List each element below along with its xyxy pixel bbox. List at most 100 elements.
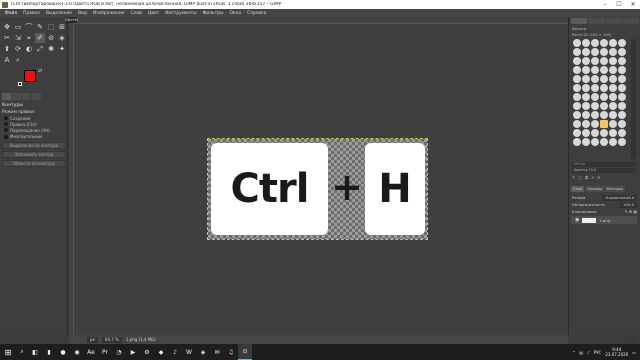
rect-select-tool-icon[interactable]: ▭ (13, 22, 23, 32)
image-canvas-area[interactable]: Ctrl + H (69, 17, 636, 348)
tray-chevron-icon[interactable]: ⌃ (572, 350, 575, 355)
brush-spacing-slider[interactable]: Spacing 10,0 (572, 168, 636, 173)
opacity-value[interactable]: 100,0 (620, 201, 637, 208)
mail-icon[interactable]: ✉ (210, 344, 224, 360)
duplicate-brush-icon[interactable]: ⧉ (585, 175, 588, 180)
mode-move-label: Перемещение (Alt) (10, 127, 50, 133)
lock-icon[interactable]: ✎ ✥ ▦ (625, 209, 637, 214)
fuzzy-select-tool-icon[interactable]: ✎ (35, 22, 45, 32)
heal-tool-icon[interactable]: ✺ (46, 44, 56, 54)
menu-windows[interactable]: Окна (226, 11, 244, 16)
maximize-button[interactable]: ☐ (612, 0, 626, 9)
volume-icon[interactable]: ♪ (587, 350, 590, 355)
tab-layers[interactable]: Слои (571, 186, 585, 192)
menu-help[interactable]: Справка (244, 11, 269, 16)
tab-images[interactable] (32, 92, 41, 100)
menu-edit[interactable]: Правка (20, 11, 43, 16)
horizontal-ruler[interactable] (69, 17, 568, 24)
menu-view[interactable]: Вид (75, 11, 90, 16)
visibility-eye-icon[interactable]: ◉ (575, 217, 579, 223)
media-player-icon[interactable]: ▶ (126, 344, 140, 360)
lasso-tool-icon[interactable]: ⌒ (24, 22, 34, 32)
brush-tags-field[interactable]: Метки (572, 162, 636, 167)
zoom-selector[interactable]: 66,7 % (101, 336, 122, 343)
unified-transform-tool-icon[interactable]: ⊞ (57, 22, 67, 32)
brush-grid[interactable] (573, 39, 629, 159)
brush-filter-field[interactable]: Фильтр (572, 27, 586, 31)
settings-icon[interactable]: ⚙ (140, 344, 154, 360)
clone-tool-icon[interactable]: ◈ (57, 33, 67, 43)
music-app-icon[interactable]: ♪ (168, 344, 182, 360)
default-colors-icon[interactable] (18, 82, 22, 86)
tab-undo-history[interactable] (22, 92, 31, 100)
unit-selector[interactable]: px (87, 336, 98, 343)
word-icon[interactable]: W (182, 344, 196, 360)
language-indicator[interactable]: РУС (594, 350, 602, 355)
edit-brush-icon[interactable]: ✎ (572, 175, 575, 180)
tab-device-status[interactable] (12, 92, 21, 100)
audio-app-icon[interactable]: ♫ (224, 344, 238, 360)
tab-tool-options[interactable] (2, 92, 11, 100)
fill-path-button[interactable]: Заполнить контур (2, 151, 66, 158)
notifications-icon[interactable]: ▭ (632, 350, 636, 355)
tab-paths[interactable]: Контуры (604, 186, 626, 192)
minimize-button[interactable]: – (598, 0, 612, 9)
chrome-icon[interactable]: ◉ (70, 344, 84, 360)
color-picker-tool-icon[interactable]: ✦ (57, 44, 67, 54)
start-button-icon[interactable]: ⊞ (0, 344, 16, 360)
image-layer-boundary[interactable]: Ctrl + H (207, 138, 428, 240)
layer-mode-select[interactable]: Нормальный ▾ (602, 194, 637, 201)
selection-from-path-button[interactable]: Выделение из контура (2, 142, 66, 149)
flip-tool-icon[interactable]: ⤢ (35, 44, 45, 54)
app-icon-10[interactable]: ◆ (154, 344, 168, 360)
app-icon-7[interactable]: ◔ (112, 344, 126, 360)
paths-tool-icon[interactable]: ✐ (35, 33, 45, 43)
smudge-tool-icon[interactable]: ⟳ (13, 44, 23, 54)
app-icon-13[interactable]: ◈ (196, 344, 210, 360)
delete-brush-icon[interactable]: ✕ (591, 175, 594, 180)
measure-tool-icon[interactable]: ⌖ (24, 33, 34, 43)
refresh-brushes-icon[interactable]: ⟳ (597, 175, 600, 180)
tab-fonts[interactable] (605, 18, 622, 24)
dodge-burn-tool-icon[interactable]: ◐ (24, 44, 34, 54)
tab-document-history[interactable] (622, 18, 639, 24)
tab-patterns[interactable] (588, 18, 605, 24)
stroke-path-button[interactable]: Обвести по контуру (2, 160, 66, 167)
menu-colors[interactable]: Цвет (145, 11, 162, 16)
move-tool-icon[interactable]: ✥ (2, 22, 12, 32)
menu-file[interactable]: Файл (2, 11, 20, 16)
layer-list-item[interactable]: ◉ 1.png (571, 216, 637, 224)
vertical-ruler[interactable] (69, 17, 74, 335)
scissors-tool-icon[interactable]: ✂ (2, 33, 12, 43)
after-effects-icon[interactable]: Ae (84, 344, 98, 360)
premiere-icon[interactable]: Pr (98, 344, 112, 360)
foreground-color[interactable] (24, 70, 36, 82)
gimp-taskbar-icon[interactable]: ⊙ (238, 344, 252, 360)
brush-scrollbar[interactable] (631, 39, 636, 159)
menu-filters[interactable]: Фильтры (200, 11, 227, 16)
bucket-fill-tool-icon[interactable]: ⬆ (2, 44, 12, 54)
taskview-icon[interactable]: ◧ (28, 344, 42, 360)
text-tool-icon[interactable]: A (2, 55, 12, 65)
menu-layer[interactable]: Слой (128, 11, 145, 16)
polygonal-checkbox[interactable]: Многоугольник (0, 133, 68, 140)
eraser-tool-icon[interactable]: ⊘ (46, 33, 56, 43)
menu-tools[interactable]: Инструменты (162, 11, 199, 16)
taskbar-search-icon[interactable]: ⌕ (16, 344, 28, 360)
menu-image[interactable]: Изображение (90, 11, 128, 16)
crop-tool-icon[interactable]: ⬚ (46, 22, 56, 32)
opera-icon[interactable]: ● (56, 344, 70, 360)
tab-brushes[interactable] (571, 18, 588, 24)
clock[interactable]: 9:44 23.07.2020 (605, 347, 628, 357)
swap-colors-icon[interactable]: ⇄ (38, 68, 42, 74)
layer-mode-label: Режим (572, 195, 586, 200)
new-brush-icon[interactable]: ▢ (578, 175, 582, 180)
tab-channels[interactable]: Каналы (585, 186, 604, 192)
warp-tool-icon[interactable]: ⇲ (13, 33, 23, 43)
close-button[interactable]: ✕ (626, 0, 640, 9)
menu-select[interactable]: Выделение (43, 11, 75, 16)
image-tab-thumbnail[interactable]: Ctrl+H (65, 17, 78, 23)
explorer-icon[interactable]: ▮ (42, 344, 56, 360)
network-icon[interactable]: ▤ (579, 350, 583, 355)
zoom-tool-icon[interactable]: ⌕ (13, 55, 23, 65)
